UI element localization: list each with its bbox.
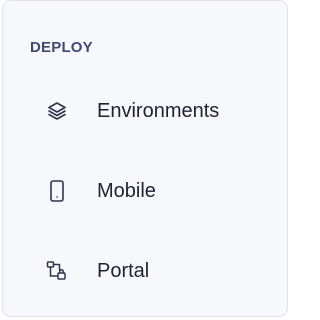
portal-icon [45, 259, 69, 283]
sidebar-item-mobile[interactable]: Mobile [3, 165, 287, 217]
sidebar-item-portal[interactable]: Portal [3, 245, 287, 297]
mobile-device-icon [45, 179, 69, 203]
section-title: DEPLOY [30, 39, 93, 56]
sidebar-item-label: Portal [97, 259, 150, 282]
layers-icon [45, 99, 69, 123]
sidebar-item-environments[interactable]: Environments [3, 85, 287, 137]
sidebar-item-label: Mobile [97, 179, 156, 202]
sidebar-item-label: Environments [97, 99, 220, 122]
deploy-sidebar-panel: DEPLOY Environments Mobile Portal [2, 0, 288, 317]
